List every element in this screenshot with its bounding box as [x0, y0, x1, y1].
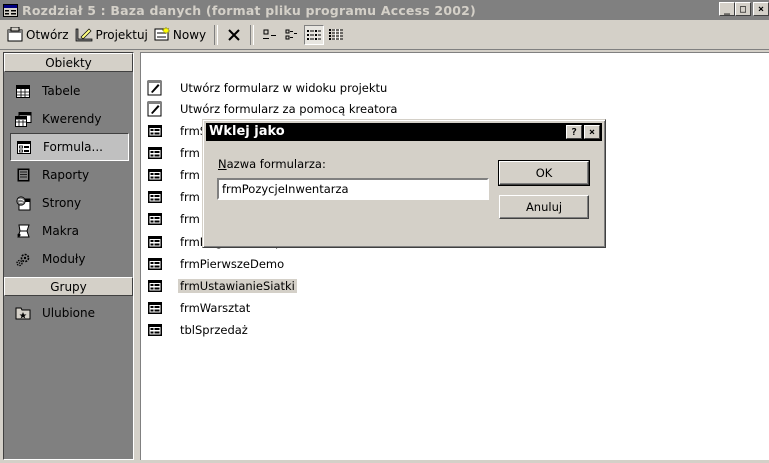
- list-item-form[interactable]: frm: [147, 188, 202, 206]
- favorites-icon: [14, 304, 32, 322]
- module-icon: [14, 250, 32, 268]
- objects-bar: Obiekty Tabele Kwerendy Formula... Rapor…: [3, 52, 134, 460]
- toolbar-separator: [250, 24, 255, 45]
- sidebar-item-label: Strony: [42, 196, 82, 210]
- sidebar-item-label: Moduły: [42, 252, 86, 266]
- close-button[interactable]: ×: [753, 2, 769, 16]
- form-icon: [15, 138, 33, 156]
- dialog-close-button[interactable]: ×: [584, 125, 600, 139]
- large-icons-icon: [263, 29, 277, 39]
- sidebar-item-favorites[interactable]: Ulubione: [4, 299, 133, 327]
- list-item-label: frm: [180, 146, 200, 160]
- list-item-create-design[interactable]: Utwórz formularz w widoku projektu: [147, 79, 389, 97]
- list-item-label: frm: [180, 212, 200, 226]
- dialog-title-bar: Wklej jako ? ×: [206, 123, 602, 141]
- sidebar-item-label: Formula...: [43, 140, 103, 154]
- form-icon: [148, 302, 162, 314]
- sidebar-item-queries[interactable]: Kwerendy: [4, 105, 133, 133]
- form-name-label: Nazwa formularza:: [218, 157, 326, 171]
- window-title: Rozdział 5 : Baza danych (format pliku p…: [22, 2, 476, 18]
- sidebar-item-macros[interactable]: Makra: [4, 217, 133, 245]
- list-item-form[interactable]: frmWarsztat: [147, 299, 252, 317]
- sidebar-item-modules[interactable]: Moduły: [4, 245, 133, 273]
- list-view-icon: [307, 29, 322, 40]
- form-icon: [148, 324, 162, 336]
- open-label: Otwórz: [26, 27, 69, 42]
- dialog-title: Wklej jako: [209, 124, 285, 139]
- delete-icon: [228, 28, 240, 41]
- create-wizard-icon: [147, 101, 162, 117]
- toolbar-separator: [214, 24, 219, 45]
- list-item-label: frm: [180, 190, 200, 204]
- list-item-label: frmPierwszeDemo: [180, 257, 285, 271]
- design-ruler-icon: [75, 28, 92, 42]
- design-button[interactable]: Projektuj: [72, 24, 151, 46]
- small-icons-button[interactable]: [282, 25, 302, 45]
- open-form-icon: [7, 27, 23, 42]
- form-name-input[interactable]: frmPozycjeInwentarza: [217, 178, 489, 200]
- sidebar-item-forms[interactable]: Formula...: [10, 133, 129, 161]
- sidebar-item-pages[interactable]: Strony: [4, 189, 133, 217]
- form-icon: [148, 280, 162, 292]
- list-view-button[interactable]: [304, 24, 325, 45]
- sidebar-item-label: Makra: [42, 224, 79, 238]
- large-icons-button[interactable]: [260, 25, 280, 45]
- new-label: Nowy: [172, 27, 207, 42]
- list-item-label: frmUstawianieSiatki: [178, 279, 297, 293]
- sidebar-item-label: Raporty: [42, 168, 90, 182]
- open-button[interactable]: Otwórz: [4, 24, 72, 46]
- paste-as-dialog: Wklej jako ? × Nazwa formularza: frmPozy…: [202, 119, 606, 248]
- help-button[interactable]: ?: [566, 125, 582, 139]
- table-icon: [14, 82, 32, 100]
- ok-button[interactable]: OK: [498, 160, 590, 186]
- groups-header[interactable]: Grupy: [4, 277, 133, 296]
- create-design-icon: [147, 80, 162, 96]
- new-form-icon: [154, 27, 170, 41]
- database-window-icon: [3, 3, 18, 17]
- list-item-create-wizard[interactable]: Utwórz formularz za pomocą kreatora: [147, 100, 399, 118]
- minimize-button[interactable]: _: [719, 2, 735, 16]
- details-view-icon: [329, 28, 344, 40]
- new-button[interactable]: Nowy: [151, 24, 209, 46]
- sidebar-item-label: Tabele: [42, 84, 81, 98]
- list-item-label: Utwórz formularz w widoku projektu: [180, 81, 388, 95]
- sidebar-item-reports[interactable]: Raporty: [4, 161, 133, 189]
- list-item-label: Utwórz formularz za pomocą kreatora: [180, 102, 398, 116]
- delete-button[interactable]: [224, 25, 244, 45]
- small-icons-icon: [285, 29, 298, 39]
- form-icon: [148, 236, 162, 248]
- list-item-label: tblSprzedaż: [180, 323, 248, 337]
- cancel-button[interactable]: Anuluj: [499, 195, 589, 219]
- list-item-form[interactable]: frm: [147, 210, 202, 228]
- form-icon: [148, 191, 162, 203]
- list-item-form[interactable]: frmPierwszeDemo: [147, 255, 286, 273]
- page-icon: [14, 194, 32, 212]
- macro-icon: [14, 222, 32, 240]
- query-icon: [14, 110, 32, 128]
- list-item-form[interactable]: frm: [147, 166, 202, 184]
- list-item-form[interactable]: frmS: [147, 122, 209, 140]
- object-list: Utwórz formularz w widoku projektu Utwór…: [140, 52, 769, 460]
- sidebar-item-label: Kwerendy: [42, 112, 102, 126]
- form-icon: [148, 125, 162, 137]
- form-icon: [148, 169, 162, 181]
- sidebar-item-tables[interactable]: Tabele: [4, 77, 133, 105]
- list-item-label: frmWarsztat: [180, 301, 251, 315]
- design-label: Projektuj: [95, 27, 148, 42]
- maximize-button[interactable]: □: [735, 2, 751, 16]
- list-item-form[interactable]: frmUstawianieSiatki: [147, 277, 297, 295]
- form-icon: [148, 258, 162, 270]
- report-icon: [14, 166, 32, 184]
- toolbar: Otwórz Projektuj Nowy: [0, 20, 769, 50]
- title-bar: Rozdział 5 : Baza danych (format pliku p…: [0, 0, 769, 20]
- form-icon: [148, 147, 162, 159]
- sidebar-item-label: Ulubione: [42, 306, 96, 320]
- list-item-form[interactable]: frm: [147, 144, 202, 162]
- form-icon: [148, 213, 162, 225]
- list-item-label: frm: [180, 168, 200, 182]
- objects-header[interactable]: Obiekty: [4, 53, 133, 72]
- details-view-button[interactable]: [326, 25, 346, 45]
- list-item-form[interactable]: tblSprzedaż: [147, 321, 250, 339]
